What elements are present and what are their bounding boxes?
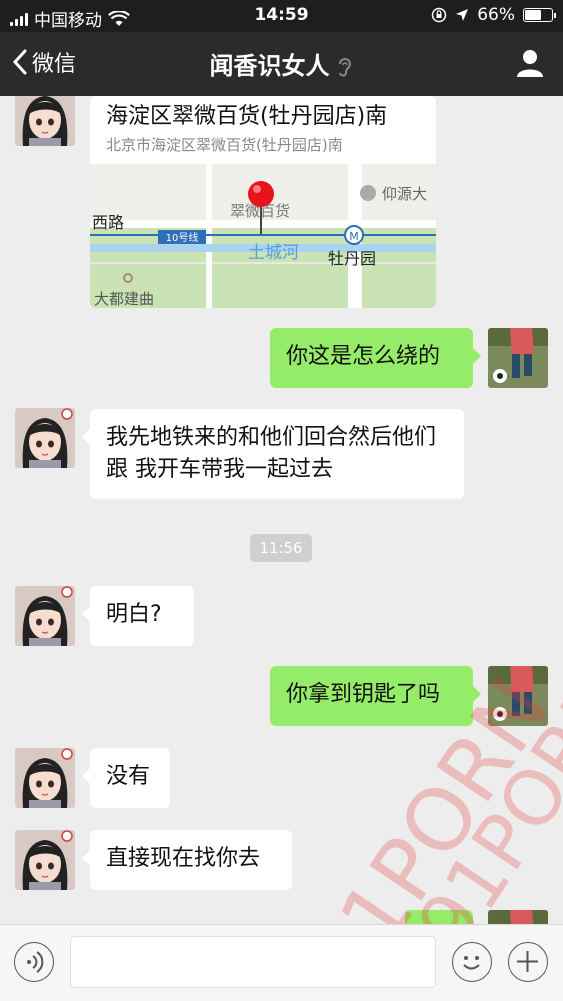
more-button[interactable] [508, 942, 548, 982]
message-text: 直接现在找你去 [106, 846, 261, 871]
ear-icon [338, 58, 351, 77]
status-bar: 中国移动 14:59 66% [0, 0, 563, 32]
message-bubble-incoming[interactable]: 明白? [82, 586, 194, 646]
voice-icon [27, 951, 44, 973]
time-divider: 11:56 [250, 534, 312, 562]
voice-button[interactable] [14, 942, 54, 982]
message-text: 你这是怎么绕的 [286, 344, 441, 369]
status-right: 66% [431, 5, 556, 25]
message-bubble-outgoing[interactable]: 你拿到钥匙了吗 [270, 666, 481, 726]
message-bubble-outgoing-partial[interactable] [405, 910, 473, 924]
metro-line-label: 10号线 [166, 231, 199, 244]
my-avatar[interactable] [488, 910, 548, 924]
contact-avatar[interactable] [15, 748, 75, 808]
person-icon[interactable] [515, 48, 545, 78]
chat-title-text: 闻香识女人 [209, 52, 330, 80]
emoji-icon [463, 956, 480, 970]
message-text: 你拿到钥匙了吗 [286, 682, 441, 707]
location-address: 北京市海淀区翠微百货(牡丹园店)南 [106, 136, 343, 154]
location-title: 海淀区翠微百货(牡丹园店)南 [106, 104, 388, 129]
battery-percent: 66% [477, 5, 515, 25]
station-label: 牡丹园 [328, 249, 376, 268]
road-label: 西路 [92, 213, 124, 232]
location-card[interactable]: 海淀区翠微百货(牡丹园店)南 北京市海淀区翠微百货(牡丹园店)南 10号线 西路… [90, 96, 436, 308]
message-bubble-incoming[interactable]: 我先地铁来的和他们回合然后他们跟 我开车带我一起过去 [82, 409, 464, 499]
message-input[interactable] [70, 936, 436, 988]
message-bubble-outgoing[interactable]: 你这是怎么绕的 [270, 328, 481, 388]
bottom-label: 大都建曲 [94, 290, 154, 308]
location-arrow-icon [456, 9, 469, 21]
contact-avatar[interactable] [15, 830, 75, 890]
rotation-lock-icon [431, 7, 447, 23]
my-avatar[interactable] [488, 328, 548, 388]
river-label: 土城河 [248, 243, 299, 263]
message-text: 没有 [106, 764, 151, 789]
message-text: 我先地铁来的和他们回合然后他们跟 我开车带我一起过去 [106, 425, 437, 482]
input-bar [0, 924, 563, 1001]
battery-icon [523, 8, 556, 22]
nav-bar: 微信 闻香识女人 [0, 32, 563, 96]
plus-icon [517, 951, 538, 972]
place-label: 仰源大 [382, 185, 427, 203]
battery-fill [525, 10, 541, 20]
contact-avatar[interactable] [15, 586, 75, 646]
my-avatar[interactable] [488, 666, 548, 726]
location-map: 10号线 西路 翠微百货 仰源大 土城河 M 牡丹园 大都建曲 [90, 164, 436, 308]
message-text: 明白? [106, 602, 162, 627]
contact-avatar[interactable] [15, 96, 75, 146]
message-bubble-incoming[interactable]: 直接现在找你去 [82, 830, 292, 890]
message-bubble-incoming[interactable]: 没有 [82, 748, 170, 808]
svg-text:M: M [349, 230, 359, 243]
chat-area[interactable]: 海淀区翠微百货(牡丹园店)南 北京市海淀区翠微百货(牡丹园店)南 10号线 西路… [0, 96, 563, 924]
contact-avatar[interactable] [15, 408, 75, 468]
emoji-button[interactable] [452, 942, 492, 982]
chat-title: 闻香识女人 [0, 46, 563, 81]
